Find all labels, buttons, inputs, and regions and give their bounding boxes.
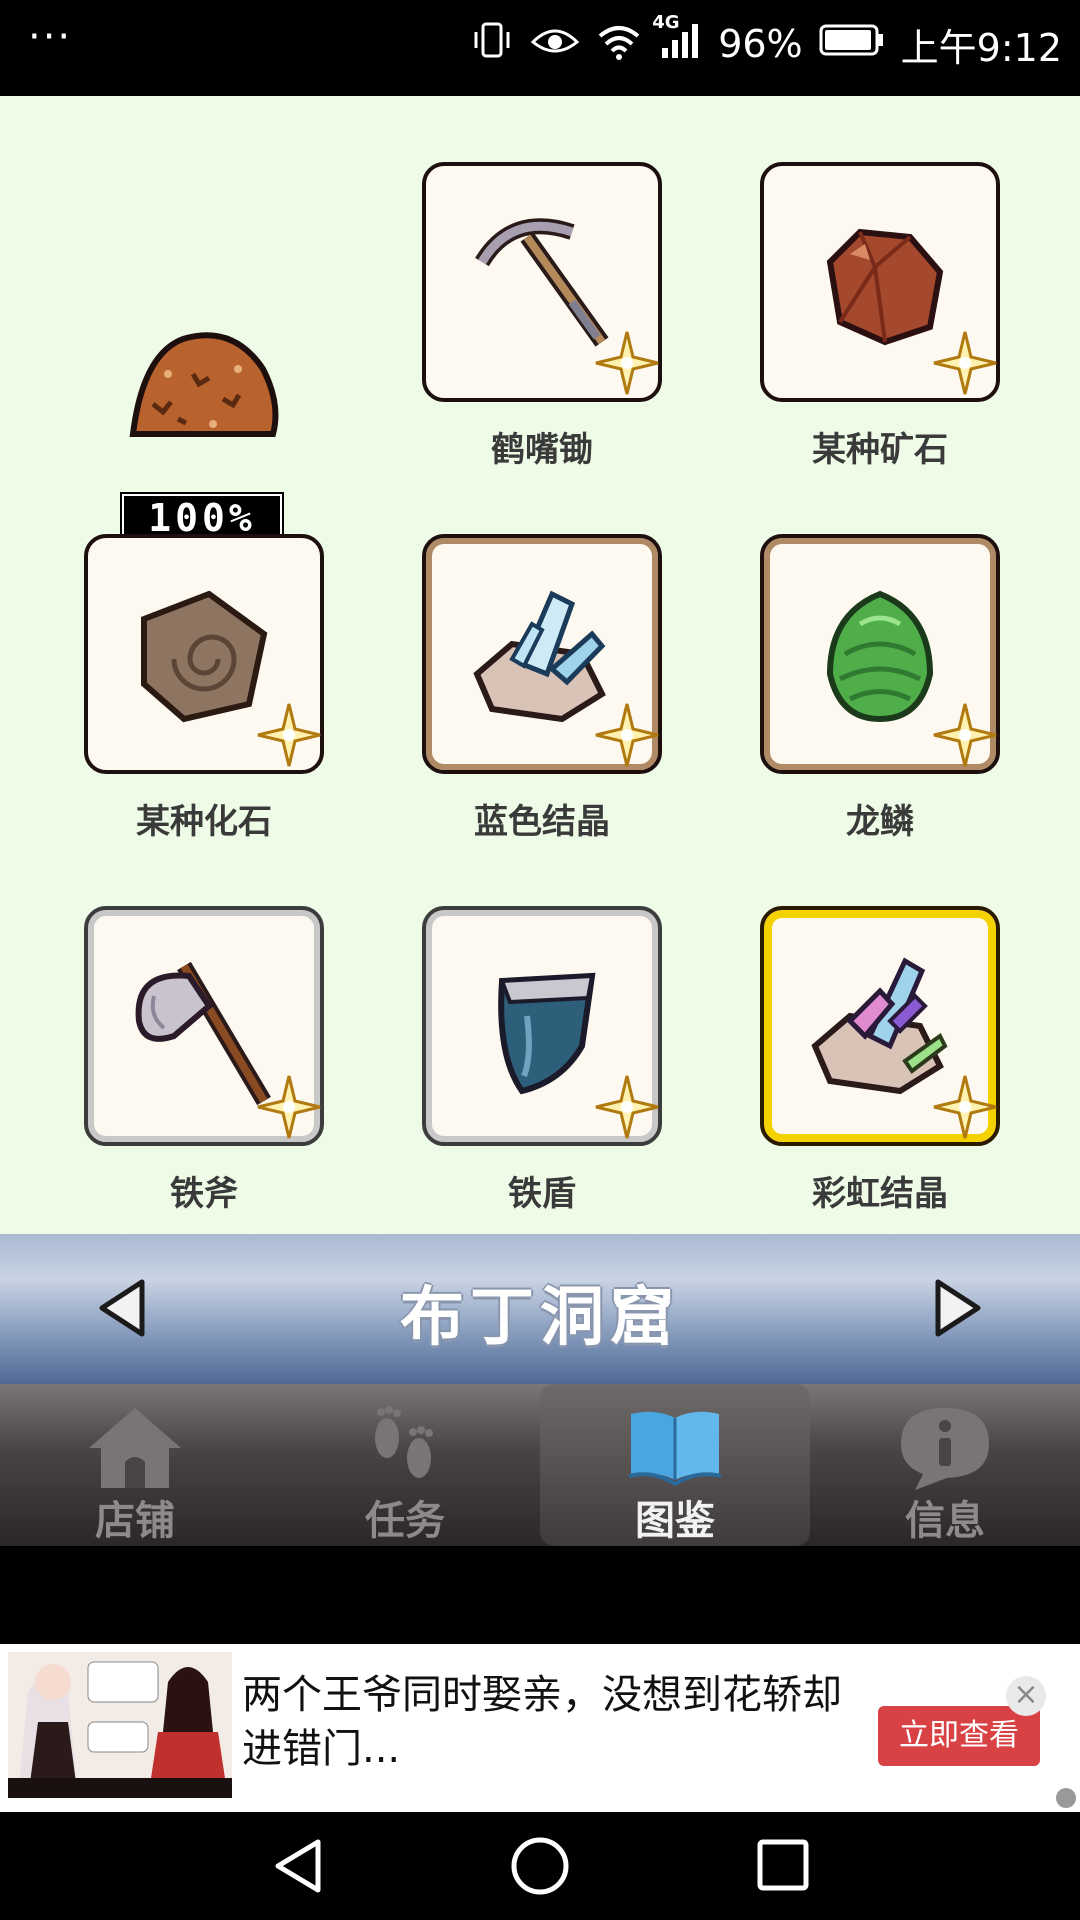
item-card xyxy=(422,162,662,402)
book-icon xyxy=(628,1411,722,1487)
tab-info[interactable]: 信息 xyxy=(810,1384,1080,1546)
item-card xyxy=(422,906,662,1146)
tab-label: 图鉴 xyxy=(635,1498,715,1544)
sparkle-icon xyxy=(933,1075,997,1139)
recents-icon[interactable] xyxy=(752,1836,812,1896)
tab-bar: 店铺 任务 图鉴 信息 xyxy=(0,1384,1080,1546)
item-pickaxe[interactable]: 鹤嘴锄 xyxy=(422,162,662,471)
blank-area xyxy=(0,1546,1080,1644)
item-card xyxy=(760,162,1000,402)
item-blue-crystal[interactable]: 蓝色结晶 xyxy=(422,534,662,843)
network-type: 4G xyxy=(652,11,680,33)
footprints-icon xyxy=(375,1406,433,1478)
eye-icon xyxy=(530,18,580,71)
item-label: 某种化石 xyxy=(136,802,272,842)
next-location-button[interactable] xyxy=(934,1278,984,1338)
item-iron-axe[interactable]: 铁斧 xyxy=(84,906,324,1215)
shop-icon xyxy=(89,1408,181,1488)
sparkle-icon xyxy=(933,703,997,767)
sparkle-icon xyxy=(595,1075,659,1139)
clock: 上午9:12 xyxy=(900,25,1062,70)
info-icon xyxy=(901,1408,989,1490)
ad-info-icon[interactable] xyxy=(1056,1788,1076,1808)
sparkle-icon xyxy=(595,331,659,395)
status-bar: ··· 4G 96% 上午9:12 xyxy=(0,0,1080,96)
item-label: 龙鳞 xyxy=(846,802,914,842)
status-menu-dots: ··· xyxy=(28,14,73,60)
ad-banner[interactable]: 两个王爷同时娶亲，没想到花轿却进错门... 立即查看 × xyxy=(0,1644,1080,1812)
collection-summary: 100% xyxy=(118,214,288,544)
ad-cta-button[interactable]: 立即查看 xyxy=(878,1706,1040,1766)
item-card xyxy=(760,534,1000,774)
item-card xyxy=(760,906,1000,1146)
sparkle-icon xyxy=(257,1075,321,1139)
battery-percent: 96% xyxy=(718,22,803,66)
collection-panel: 100% 鹤嘴锄 某种矿石 某种化石 蓝色结晶 龙鳞 铁斧 铁盾 彩虹结晶 xyxy=(0,96,1080,1234)
item-label: 铁斧 xyxy=(170,1174,238,1214)
ad-thumbnail xyxy=(8,1652,232,1798)
tab-shop[interactable]: 店铺 xyxy=(0,1384,270,1546)
item-iron-shield[interactable]: 铁盾 xyxy=(422,906,662,1215)
signal-icon: 4G xyxy=(652,12,702,71)
ad-text: 两个王爷同时娶亲，没想到花轿却进错门... xyxy=(242,1672,842,1772)
item-label: 铁盾 xyxy=(508,1174,576,1214)
item-label: 蓝色结晶 xyxy=(474,802,610,842)
tab-label: 信息 xyxy=(905,1498,985,1544)
tab-encyclopedia[interactable]: 图鉴 xyxy=(540,1384,810,1546)
ore-pile-icon xyxy=(129,332,279,437)
home-icon[interactable] xyxy=(508,1836,572,1900)
sparkle-icon xyxy=(257,703,321,767)
tab-label: 店铺 xyxy=(95,1498,175,1544)
item-label: 某种矿石 xyxy=(812,430,948,470)
item-rainbow-crystal[interactable]: 彩虹结晶 xyxy=(760,906,1000,1215)
item-ore[interactable]: 某种矿石 xyxy=(760,162,1000,471)
item-card xyxy=(422,534,662,774)
location-bar: 布丁洞窟 xyxy=(0,1234,1080,1384)
vibrate-icon xyxy=(470,18,514,71)
system-nav-bar xyxy=(0,1812,1080,1920)
item-card xyxy=(84,906,324,1146)
item-dragon-scale[interactable]: 龙鳞 xyxy=(760,534,1000,843)
location-title: 布丁洞窟 xyxy=(400,1281,680,1355)
item-label: 彩虹结晶 xyxy=(812,1174,948,1214)
wifi-icon xyxy=(596,18,642,71)
ad-close-button[interactable]: × xyxy=(1006,1676,1046,1716)
sparkle-icon xyxy=(933,331,997,395)
item-card xyxy=(84,534,324,774)
item-fossil[interactable]: 某种化石 xyxy=(84,534,324,843)
battery-icon xyxy=(819,22,885,67)
tab-quest[interactable]: 任务 xyxy=(270,1384,540,1546)
tab-label: 任务 xyxy=(365,1498,445,1544)
sparkle-icon xyxy=(595,703,659,767)
back-icon[interactable] xyxy=(268,1836,328,1896)
item-label: 鹤嘴锄 xyxy=(491,430,593,470)
